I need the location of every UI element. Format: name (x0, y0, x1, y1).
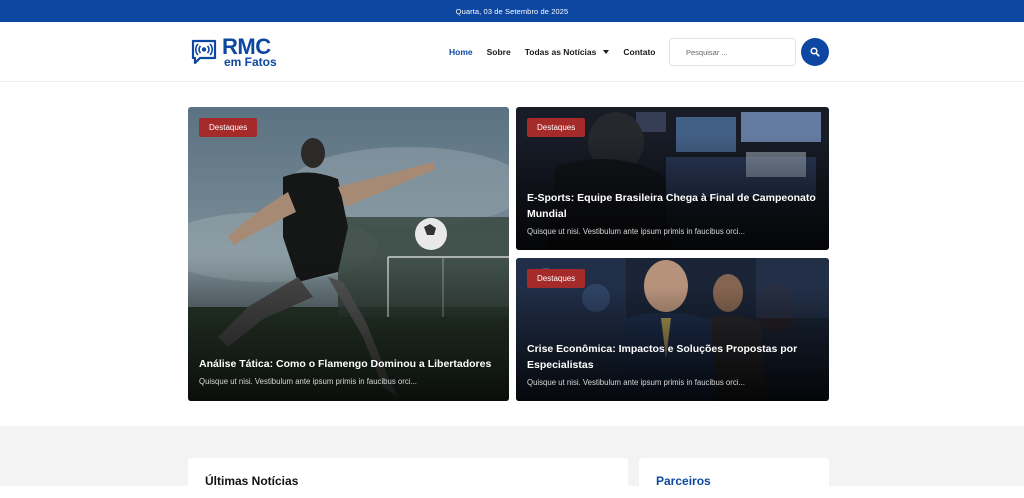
main-nav: Home Sobre Todas as Notícias Contato (449, 22, 669, 82)
card-excerpt: Quisque ut nisi. Vestibulum ante ipsum p… (527, 378, 745, 387)
featured-card-main[interactable]: Destaques Análise Tática: Como o Flameng… (188, 107, 509, 401)
search-input[interactable]: Pesquisar ... (669, 38, 796, 66)
card-title[interactable]: E-Sports: Equipe Brasileira Chega à Fina… (527, 191, 817, 222)
card-title[interactable]: Análise Tática: Como o Flamengo Dominou … (199, 357, 499, 373)
featured-card-economy[interactable]: Destaques Crise Econômica: Impactos e So… (516, 258, 829, 401)
content-area: Últimas Notícias Parceiros (0, 426, 1024, 498)
partners-panel: Parceiros (639, 458, 829, 498)
featured-section: Destaques Análise Tática: Como o Flameng… (0, 82, 1024, 426)
top-bar: Quarta, 03 de Setembro de 2025 (0, 0, 1024, 22)
current-date: Quarta, 03 de Setembro de 2025 (455, 6, 569, 16)
card-excerpt: Quisque ut nisi. Vestibulum ante ipsum p… (527, 227, 745, 236)
site-header: RMC em Fatos Home Sobre Todas as Notícia… (0, 22, 1024, 82)
category-badge[interactable]: Destaques (527, 269, 586, 288)
nav-contato[interactable]: Contato (623, 47, 655, 57)
site-logo[interactable]: RMC em Fatos (190, 36, 277, 68)
featured-card-esports[interactable]: Destaques E-Sports: Equipe Brasileira Ch… (516, 107, 829, 250)
card-title[interactable]: Crise Econômica: Impactos e Soluções Pro… (527, 342, 817, 373)
search-icon (810, 47, 820, 57)
nav-todas-noticias[interactable]: Todas as Notícias (525, 47, 610, 57)
chevron-down-icon (603, 50, 610, 54)
latest-news-panel: Últimas Notícias (188, 458, 628, 498)
nav-sobre[interactable]: Sobre (487, 47, 511, 57)
nav-home[interactable]: Home (449, 47, 473, 57)
card-excerpt: Quisque ut nisi. Vestibulum ante ipsum p… (199, 377, 417, 386)
category-badge[interactable]: Destaques (527, 118, 586, 137)
category-badge[interactable]: Destaques (199, 118, 258, 137)
search-button[interactable] (801, 38, 829, 66)
radio-broadcast-icon (190, 38, 218, 66)
logo-sub-text: em Fatos (224, 55, 277, 69)
